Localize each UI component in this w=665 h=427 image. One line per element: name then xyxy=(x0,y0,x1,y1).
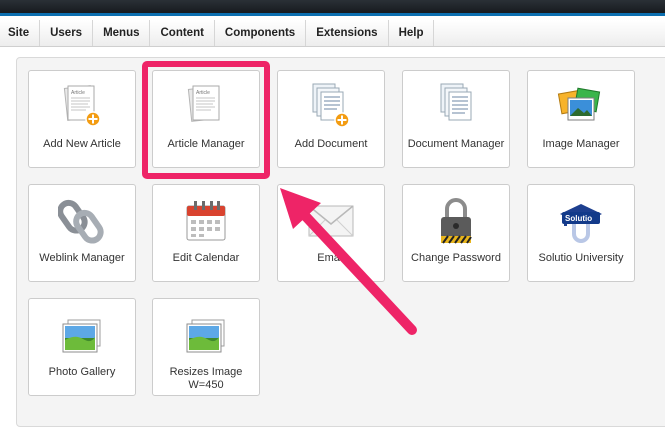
article-manager-icon: Article xyxy=(153,81,259,133)
tile-weblink-manager[interactable]: Weblink Manager xyxy=(28,184,136,282)
tile-add-new-article[interactable]: Article Add New Article xyxy=(28,70,136,168)
calendar-icon xyxy=(153,195,259,247)
document-manager-icon xyxy=(403,81,509,133)
tile-label: Photo Gallery xyxy=(48,366,116,378)
tile-label: Email xyxy=(317,252,345,264)
tile-label: Weblink Manager xyxy=(39,252,125,264)
add-document-icon xyxy=(278,81,384,133)
tile-label: Resizes Image W=450 xyxy=(169,366,243,391)
svg-text:Article: Article xyxy=(196,90,210,96)
add-article-icon: Article xyxy=(29,81,135,133)
menu-components[interactable]: Components xyxy=(215,20,307,46)
top-accent-line xyxy=(0,13,665,16)
tile-label: Edit Calendar xyxy=(172,252,240,264)
solutio-logo-icon: Solutio xyxy=(528,195,634,247)
svg-text:Solutio: Solutio xyxy=(565,214,592,223)
tile-add-document[interactable]: Add Document xyxy=(277,70,385,168)
tile-document-manager[interactable]: Document Manager xyxy=(402,70,510,168)
tile-edit-calendar[interactable]: Edit Calendar xyxy=(152,184,260,282)
menu-users[interactable]: Users xyxy=(40,20,94,46)
menu-extensions[interactable]: Extensions xyxy=(306,20,389,46)
tile-change-password[interactable]: Change Password xyxy=(402,184,510,282)
envelope-icon xyxy=(278,195,384,247)
tile-resizes-image[interactable]: Resizes Image W=450 xyxy=(152,298,260,396)
tile-photo-gallery[interactable]: Photo Gallery xyxy=(28,298,136,396)
tile-label: Add New Article xyxy=(43,138,121,150)
main-menu-bar: Site Users Menus Content Components Exte… xyxy=(0,20,665,47)
photo-icon xyxy=(29,309,135,361)
tile-solutio-university[interactable]: Solutio Solutio University xyxy=(527,184,635,282)
tile-label: Document Manager xyxy=(407,138,505,150)
menu-site[interactable]: Site xyxy=(0,20,41,46)
tile-article-manager[interactable]: Article Article Manager xyxy=(152,70,260,168)
tile-email[interactable]: Email xyxy=(277,184,385,282)
tile-image-manager[interactable]: Image Manager xyxy=(527,70,635,168)
tile-label: Image Manager xyxy=(542,138,620,150)
svg-text:Article: Article xyxy=(71,90,85,96)
menu-help[interactable]: Help xyxy=(389,20,435,46)
image-manager-icon xyxy=(528,81,634,133)
tile-label: Change Password xyxy=(411,252,501,264)
chain-link-icon xyxy=(29,195,135,247)
tile-label: Add Document xyxy=(294,138,368,150)
menu-menus[interactable]: Menus xyxy=(93,20,151,46)
admin-top-bar xyxy=(0,0,665,13)
menu-content[interactable]: Content xyxy=(150,20,215,46)
padlock-icon xyxy=(403,195,509,247)
tile-label: Solutio University xyxy=(538,252,624,264)
tile-label: Article Manager xyxy=(167,138,245,150)
photo-icon xyxy=(153,309,259,361)
